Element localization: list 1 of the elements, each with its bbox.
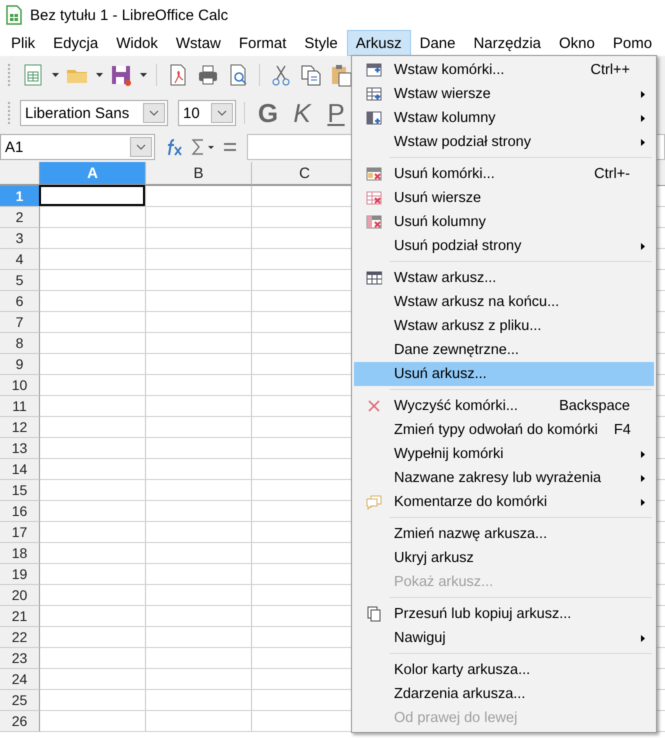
window-title: Bez tytułu 1 - LibreOffice Calc [30,6,228,24]
